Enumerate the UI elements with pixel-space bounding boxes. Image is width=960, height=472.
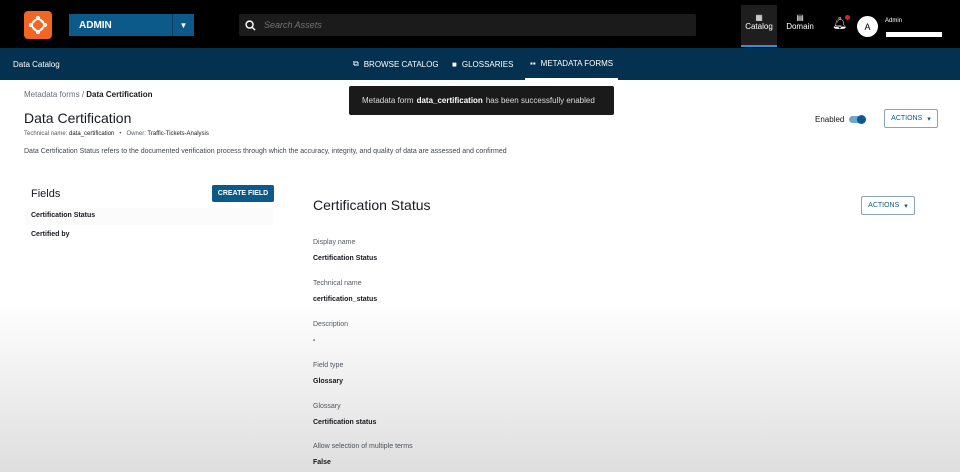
chevron-down-icon[interactable]: ▼: [172, 14, 194, 36]
enabled-label: Enabled: [815, 115, 845, 124]
data-catalog-title[interactable]: Data Catalog: [13, 60, 60, 69]
detail-label: Field type: [313, 362, 344, 369]
technical-name: data_certification: [69, 131, 115, 137]
top-bar: ADMIN ▼ ▦Catalog ▤Domain 🔔︎ A Admin: [0, 0, 960, 48]
nav-label: Domain: [786, 22, 814, 31]
search-input[interactable]: [264, 20, 664, 30]
toast-prefix: Metadata form: [362, 96, 414, 105]
toast-form-name: data_certification: [416, 96, 483, 105]
tab-label: BROWSE CATALOG: [363, 59, 439, 69]
user-email-redacted: [886, 32, 942, 37]
actions-label: ACTIONS: [868, 202, 900, 209]
tab-label: GLOSSARIES: [461, 59, 514, 69]
breadcrumb-separator: /: [81, 90, 85, 99]
detail-value: -: [313, 337, 316, 344]
field-actions-button[interactable]: ACTIONS ▾: [861, 196, 915, 215]
account-label: ADMIN: [79, 19, 112, 31]
detail-label: Glossary: [313, 403, 341, 410]
enabled-toggle-group: Enabled: [815, 114, 867, 124]
page-title: Data Certification: [24, 110, 132, 126]
user-name: Admin: [885, 18, 903, 24]
breadcrumb: Metadata forms / Data Certification: [24, 90, 153, 99]
tab-glossaries[interactable]: ■ GLOSSARIES: [448, 48, 517, 80]
tab-browse-catalog[interactable]: ⧉ BROWSE CATALOG: [349, 48, 443, 80]
page-meta: Technical name: data_certification • Own…: [24, 131, 209, 137]
catalog-icon: ▦: [755, 13, 763, 22]
detail-value: Certification Status: [313, 255, 378, 262]
tab-label: METADATA FORMS: [540, 58, 614, 68]
detail-value: Certification status: [313, 419, 377, 426]
video-shade-overlay: [0, 300, 960, 472]
page-actions-button[interactable]: ACTIONS ▾: [884, 109, 938, 128]
avatar[interactable]: A: [857, 16, 878, 37]
breadcrumb-current: Data Certification: [86, 90, 153, 99]
breadcrumb-parent[interactable]: Metadata forms: [24, 90, 80, 99]
owner-label: Owner:: [126, 131, 146, 137]
nav-catalog[interactable]: ▦ Catalog: [741, 5, 777, 47]
caret-down-icon: ▾: [927, 115, 931, 123]
enabled-toggle[interactable]: [849, 114, 867, 124]
owner: Traffic-Tickets-Analysis: [147, 131, 209, 137]
folder-icon: ■: [452, 59, 457, 69]
form-icon: ▪▪: [530, 58, 536, 68]
detail-value: Glossary: [313, 378, 343, 385]
field-item[interactable]: Certification Status: [25, 208, 273, 225]
domain-icon: ▤: [796, 13, 804, 22]
create-field-button[interactable]: CREATE FIELD: [212, 185, 274, 202]
detail-value: certification_status: [313, 296, 378, 303]
tab-metadata-forms[interactable]: ▪▪ METADATA FORMS: [525, 48, 619, 80]
browse-icon: ⧉: [353, 59, 359, 68]
field-item[interactable]: Certified by: [25, 227, 273, 244]
notifications-bell-icon[interactable]: 🔔︎: [832, 15, 851, 30]
app-logo[interactable]: [24, 11, 52, 39]
page-description: Data Certification Status refers to the …: [24, 148, 507, 155]
detail-label: Allow selection of multiple terms: [313, 443, 413, 450]
notification-dot: [845, 15, 851, 20]
technical-name-label: Technical name:: [24, 131, 68, 137]
caret-down-icon: ▾: [904, 202, 908, 210]
detail-label: Description: [313, 321, 349, 328]
search-bar[interactable]: [239, 14, 696, 36]
success-toast: Metadata form data_certification has bee…: [349, 86, 614, 115]
logo-icon: [28, 15, 48, 35]
search-icon: [245, 19, 256, 31]
nav-label: Catalog: [745, 22, 773, 31]
sub-nav: Data Catalog ⧉ BROWSE CATALOG ■ GLOSSARIES…: [0, 48, 960, 80]
fields-heading: Fields: [31, 188, 61, 200]
actions-label: ACTIONS: [891, 115, 923, 122]
toast-suffix: has been successfully enabled: [485, 96, 595, 105]
detail-value: False: [313, 459, 331, 466]
nav-domain[interactable]: ▤ Domain: [782, 5, 818, 47]
detail-label: Technical name: [313, 280, 362, 287]
account-selector[interactable]: ADMIN ▼: [69, 14, 194, 36]
field-detail-title: Certification Status: [313, 197, 431, 213]
detail-label: Display name: [313, 239, 356, 246]
